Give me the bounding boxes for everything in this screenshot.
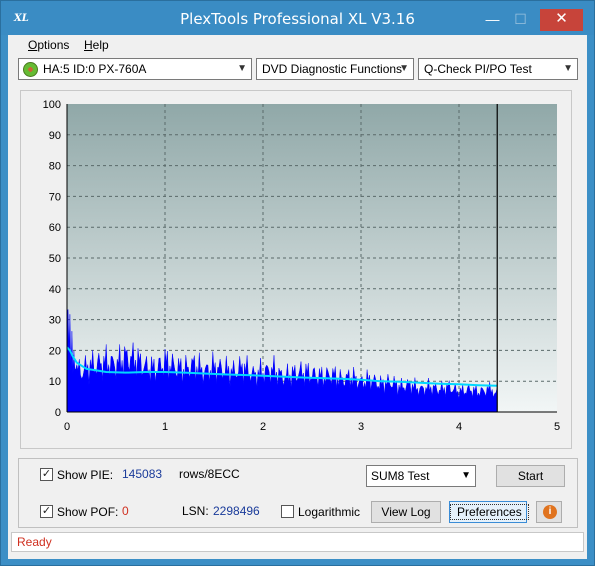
drive-select-value: HA:5 ID:0 PX-760A (43, 62, 147, 76)
y-tick-label: 50 (49, 253, 61, 265)
menu-help-mnemonic: H (84, 38, 93, 52)
chart-canvas: 0 10 20 30 40 50 60 70 80 90 100 0 1 2 3 4 5 (43, 99, 560, 433)
preferences-button[interactable]: Preferences (449, 501, 529, 523)
x-tick-label: 3 (358, 421, 364, 433)
x-tick-label: 4 (456, 421, 462, 433)
info-icon: i (543, 505, 557, 519)
menu-options[interactable]: Options (28, 38, 69, 52)
function-select[interactable]: DVD Diagnostic Functions ▼ (256, 58, 414, 80)
x-tick-label: 5 (554, 421, 560, 433)
menu-options-label: ptions (37, 38, 70, 52)
pi-po-chart: 0 10 20 30 40 50 60 70 80 90 100 0 1 2 3 4 5 (20, 90, 572, 449)
pie-value: 145083 (122, 467, 163, 481)
lsn-label: LSN: (182, 504, 209, 518)
close-button[interactable]: ✕ (540, 9, 583, 31)
menu-options-mnemonic: O (28, 38, 38, 52)
y-tick-label: 60 (49, 222, 61, 234)
chevron-down-icon: ▼ (461, 470, 471, 481)
function-select-value: DVD Diagnostic Functions (262, 62, 403, 76)
menu-help-label: elp (92, 38, 109, 52)
test-type-select[interactable]: Q-Check PI/PO Test ▼ (418, 58, 578, 80)
start-button-label: Start (517, 469, 544, 483)
y-tick-label: 40 (49, 284, 61, 296)
sum-test-select[interactable]: SUM8 Test ▼ (366, 465, 476, 487)
drive-icon (23, 62, 38, 77)
logarithmic-label: Logarithmic (298, 505, 361, 519)
y-tick-label: 10 (49, 376, 61, 388)
app-window: XL PlexTools Professional XL V3.16 — ☐ ✕… (0, 0, 595, 566)
maximize-button[interactable]: ☐ (507, 9, 534, 31)
menu-help[interactable]: Help (84, 38, 109, 52)
x-tick-label: 1 (162, 421, 168, 433)
logarithmic-checkbox[interactable] (281, 505, 294, 518)
y-tick-label: 70 (49, 191, 61, 203)
preferences-button-label: Preferences (450, 504, 529, 520)
y-tick-label: 100 (43, 99, 61, 111)
sum-test-select-value: SUM8 Test (371, 469, 430, 483)
main-client-area: Options Help HA:5 ID:0 PX-760A ▼ DVD Dia… (8, 35, 587, 559)
lsn-value: 2298496 (213, 504, 260, 518)
start-button[interactable]: Start (496, 465, 565, 487)
rows-unit-label: rows/8ECC (179, 467, 240, 481)
status-bar: Ready (11, 532, 584, 552)
chevron-down-icon: ▼ (399, 63, 409, 74)
y-tick-label: 20 (49, 345, 61, 357)
show-pie-label: Show PIE: (57, 468, 114, 482)
test-type-select-value: Q-Check PI/PO Test (424, 62, 532, 76)
view-log-button[interactable]: View Log (371, 501, 441, 523)
y-tick-label: 80 (49, 161, 61, 173)
view-log-button-label: View Log (381, 505, 431, 519)
x-tick-label: 0 (64, 421, 70, 433)
menu-bar: Options Help (8, 35, 587, 55)
test-options-panel: ✓ Show PIE: 145083 rows/8ECC SUM8 Test ▼… (18, 458, 578, 528)
status-text: Ready (17, 535, 52, 549)
chevron-down-icon: ▼ (563, 63, 573, 74)
title-bar[interactable]: XL PlexTools Professional XL V3.16 — ☐ ✕ (1, 1, 594, 35)
drive-select[interactable]: HA:5 ID:0 PX-760A ▼ (18, 58, 252, 80)
y-tick-label: 90 (49, 130, 61, 142)
x-tick-label: 2 (260, 421, 266, 433)
pof-value: 0 (122, 504, 129, 518)
chevron-down-icon: ▼ (237, 63, 247, 74)
info-button[interactable]: i (536, 501, 562, 523)
show-pie-checkbox[interactable]: ✓ (40, 468, 53, 481)
y-tick-label: 0 (55, 407, 61, 419)
show-pof-label: Show POF: (57, 505, 119, 519)
minimize-button[interactable]: — (479, 9, 506, 31)
y-tick-label: 30 (49, 315, 61, 327)
show-pof-checkbox[interactable]: ✓ (40, 505, 53, 518)
